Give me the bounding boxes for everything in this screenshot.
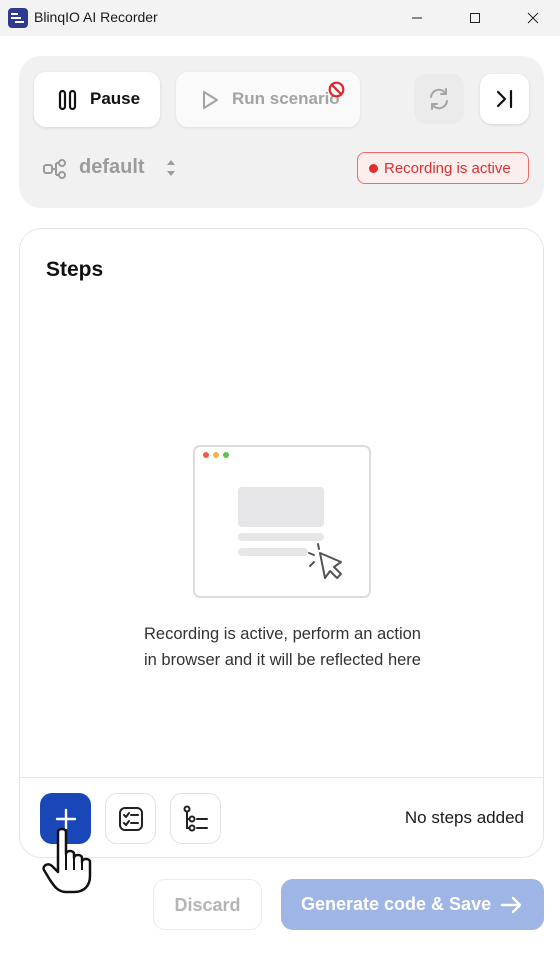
skip-to-end-icon <box>496 89 512 109</box>
control-panel: Pause Run scenario default Recording is … <box>19 56 544 208</box>
steps-footer-divider <box>20 777 543 778</box>
checklist-icon <box>118 806 143 831</box>
empty-steps-message: Recording is active, perform an action i… <box>60 621 505 673</box>
recording-status-badge: Recording is active <box>357 152 529 184</box>
checklist-button[interactable] <box>105 793 156 844</box>
recording-status-label: Recording is active <box>384 160 511 177</box>
workflow-icon <box>43 159 66 179</box>
browser-illustration-icon <box>193 445 371 598</box>
close-icon <box>527 12 539 24</box>
skip-to-end-button[interactable] <box>480 74 529 124</box>
generate-code-save-button[interactable]: Generate code & Save <box>281 879 544 930</box>
not-allowed-icon <box>328 81 345 98</box>
sort-arrows-icon <box>167 160 175 176</box>
steps-panel: Steps Recording is active, perform an ac… <box>19 228 544 858</box>
empty-message-line-2: in browser and it will be reflected here <box>144 651 421 669</box>
run-scenario-label: Run scenario <box>232 89 340 108</box>
refresh-icon <box>430 88 448 110</box>
arrow-right-icon <box>500 896 522 914</box>
list-tree-icon <box>183 805 208 831</box>
app-logo-icon <box>8 8 28 28</box>
discard-label: Discard <box>174 895 241 915</box>
pause-icon <box>58 90 77 110</box>
minimize-icon <box>412 17 422 19</box>
steps-title: Steps <box>46 258 104 281</box>
workspace-selector[interactable]: default <box>43 154 193 184</box>
window-title: BlinqIO AI Recorder <box>34 9 158 25</box>
title-bar: BlinqIO AI Recorder <box>0 0 560 36</box>
pause-button[interactable]: Pause <box>34 72 160 127</box>
play-icon <box>203 91 218 109</box>
empty-message-line-1: Recording is active, perform an action <box>144 625 421 643</box>
pause-label: Pause <box>90 89 141 108</box>
run-scenario-button[interactable]: Run scenario <box>176 72 360 127</box>
close-button[interactable] <box>504 0 560 36</box>
steps-count-label: No steps added <box>404 808 524 827</box>
workspace-name: default <box>79 156 145 178</box>
hand-cursor-icon <box>42 827 92 894</box>
refresh-button[interactable] <box>414 74 464 124</box>
maximize-icon <box>470 13 480 23</box>
discard-button[interactable]: Discard <box>153 879 262 930</box>
generate-code-label: Generate code & Save <box>301 894 492 914</box>
maximize-button[interactable] <box>446 0 504 36</box>
step-tree-button[interactable] <box>170 793 221 844</box>
recording-dot-icon <box>369 164 378 173</box>
minimize-button[interactable] <box>388 0 446 36</box>
